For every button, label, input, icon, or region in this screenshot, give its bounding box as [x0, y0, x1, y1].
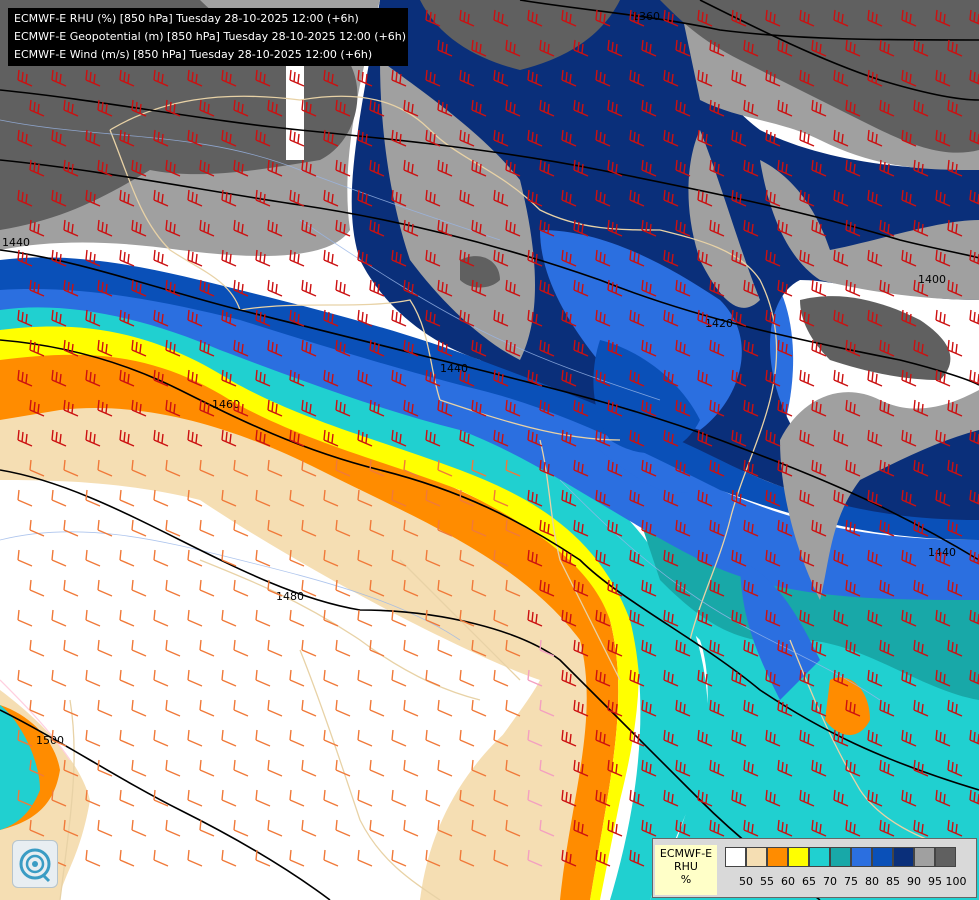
- contour-label: 1360: [632, 10, 660, 23]
- ecmwf-swirl-logo-icon: [12, 840, 58, 888]
- contour-label: 1440: [928, 546, 956, 559]
- legend-swatch: [851, 847, 872, 867]
- legend-title-variable: RHU: [674, 860, 698, 873]
- map-header: ECMWF-E RHU (%) [850 hPa] Tuesday 28-10-…: [8, 8, 408, 66]
- legend-swatch: [725, 847, 746, 867]
- legend-swatch: [809, 847, 830, 867]
- legend-title-model: ECMWF-E: [659, 847, 713, 860]
- legend-swatch: [914, 847, 935, 867]
- legend-swatch: [893, 847, 914, 867]
- rhu-legend: ECMWF-E RHU % 50 55 60 65 70 75 80 85 90 95 100: [652, 838, 977, 898]
- legend-swatch: [746, 847, 767, 867]
- legend-swatch: [767, 847, 788, 867]
- contour-label: 1440: [440, 362, 468, 375]
- weather-map: 1360 1400 1420 1440 1440 1440 1460 1480 …: [0, 0, 979, 900]
- header-line-wind: ECMWF-E Wind (m/s) [850 hPa] Tuesday 28-…: [14, 48, 373, 61]
- legend-swatch: [935, 847, 956, 867]
- legend-swatch: [830, 847, 851, 867]
- header-line-geopotential: ECMWF-E Geopotential (m) [850 hPa] Tuesd…: [14, 30, 407, 43]
- legend-tick-label: 100: [945, 875, 967, 888]
- contour-label: 1480: [276, 590, 304, 603]
- header-line-rhu: ECMWF-E RHU (%) [850 hPa] Tuesday 28-10-…: [14, 12, 359, 25]
- contour-label: 1420: [705, 317, 733, 330]
- contour-label: 1400: [918, 273, 946, 286]
- legend-swatch: [872, 847, 893, 867]
- contour-label: 1460: [212, 398, 240, 411]
- legend-title: ECMWF-E RHU %: [655, 845, 717, 895]
- contour-label: 1500: [36, 734, 64, 747]
- legend-title-unit: %: [680, 873, 692, 886]
- legend-swatch: [788, 847, 809, 867]
- contour-label: 1440: [2, 236, 30, 249]
